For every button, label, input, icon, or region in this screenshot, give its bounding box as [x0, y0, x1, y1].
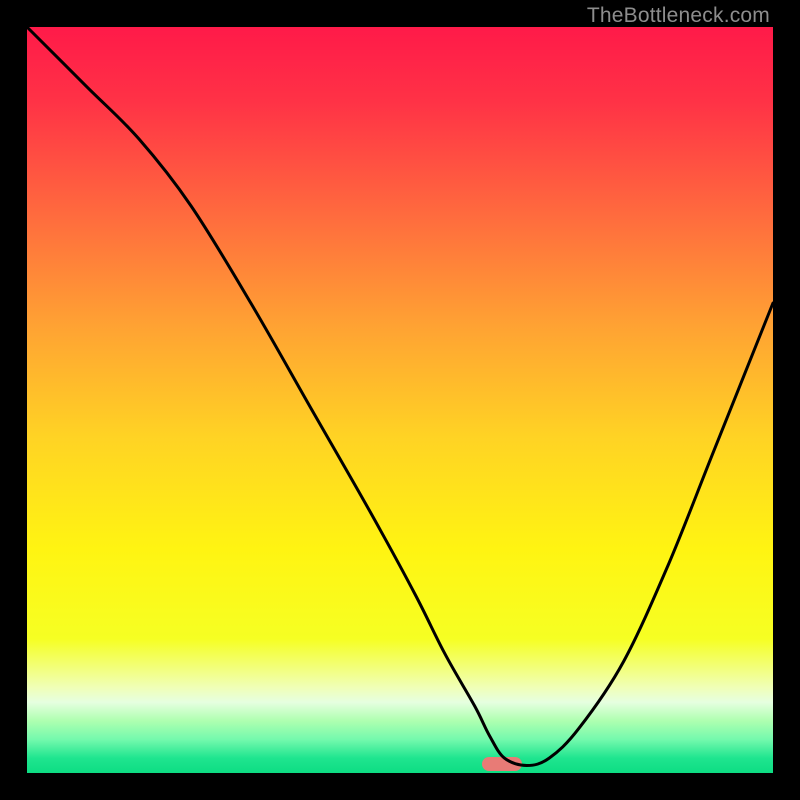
outer-frame: TheBottleneck.com [0, 0, 800, 800]
bottleneck-curve [27, 27, 773, 773]
watermark-text: TheBottleneck.com [587, 4, 770, 28]
plot-area [27, 27, 773, 773]
